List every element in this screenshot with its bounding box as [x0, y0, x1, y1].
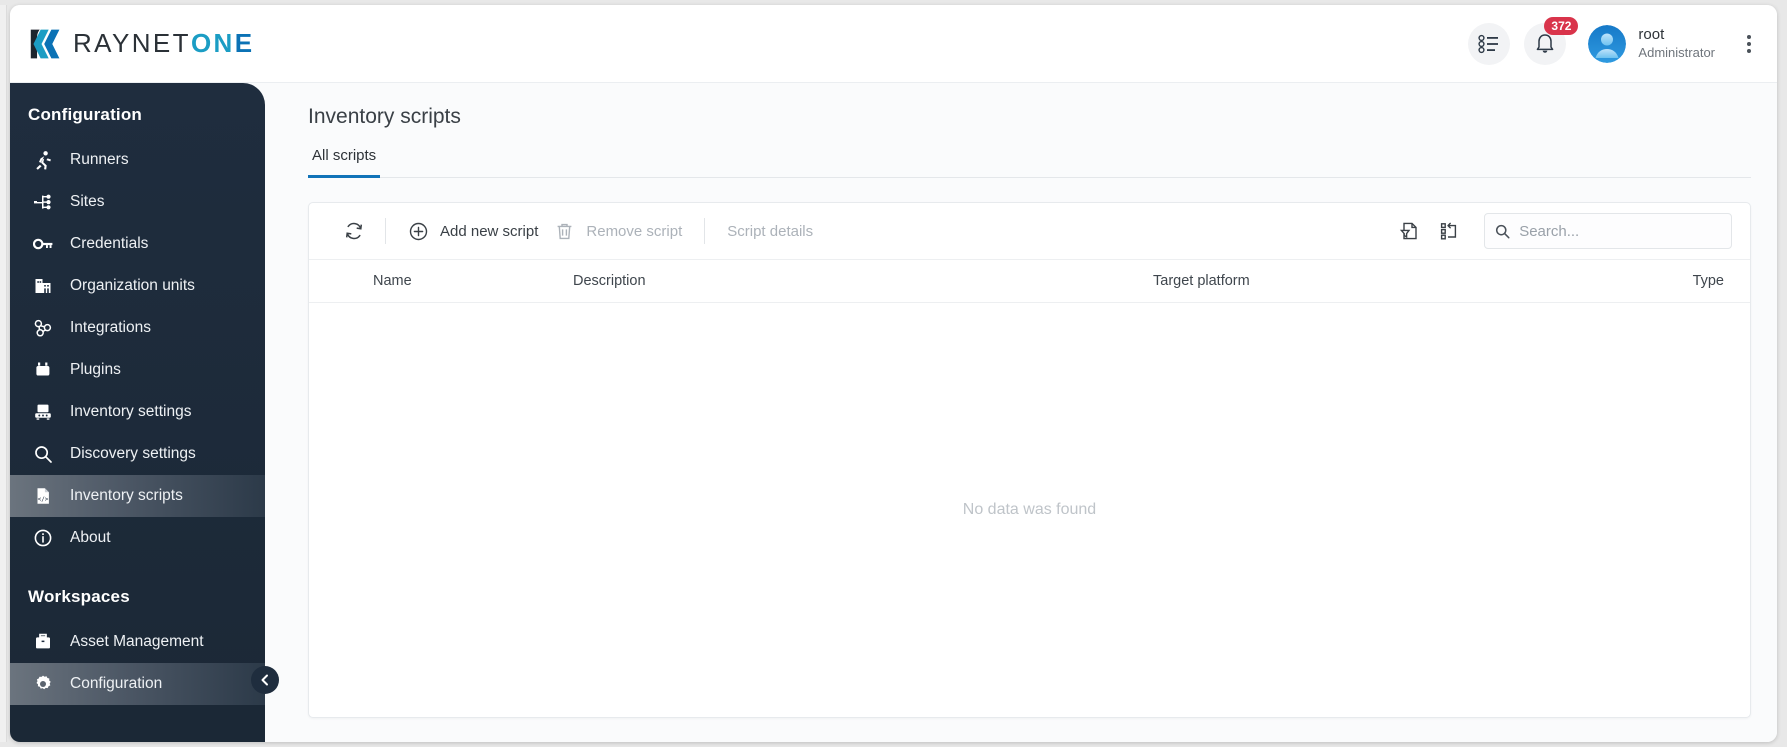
main-content: Inventory scripts All scripts Add new sc…	[265, 83, 1777, 742]
script-file-icon: </>	[32, 485, 54, 507]
overflow-menu-button[interactable]	[1741, 29, 1757, 59]
empty-state-message: No data was found	[962, 501, 1097, 518]
sidebar-item-organization-units[interactable]: Organization units	[10, 265, 265, 307]
trash-icon	[554, 221, 575, 242]
refresh-button[interactable]	[337, 214, 371, 248]
column-header-description[interactable]: Description	[573, 273, 1153, 289]
sidebar-item-label: Runners	[70, 151, 129, 168]
sidebar-item-label: Sites	[70, 193, 105, 210]
table-header-row: Name Description Target platform Type	[309, 259, 1750, 303]
sidebar-item-credentials[interactable]: Credentials	[10, 223, 265, 265]
sidebar-item-label: Credentials	[70, 235, 149, 252]
search-input[interactable]	[1519, 222, 1721, 240]
page-title: Inventory scripts	[308, 105, 461, 128]
scripts-panel: Add new script Remove script Script deta…	[308, 202, 1751, 718]
plug-briefcase-icon	[32, 359, 54, 381]
search-icon	[1495, 224, 1510, 238]
tasks-button[interactable]	[1468, 22, 1511, 65]
export-file-icon	[1399, 222, 1417, 240]
notifications-button[interactable]: 372	[1524, 16, 1579, 65]
sidebar-item-configuration[interactable]: Configuration	[10, 663, 265, 705]
application-window: RAYNETONE 372 root Administrator Configu…	[10, 5, 1777, 742]
sidebar-item-label: Organization units	[70, 277, 195, 294]
add-new-script-button[interactable]: Add new script	[400, 213, 546, 249]
list-checklist-icon	[1478, 34, 1499, 53]
sidebar-group-title-configuration: Configuration	[28, 105, 143, 124]
brand-wordmark: RAYNETONE	[73, 28, 255, 59]
svg-text:</>: </>	[38, 496, 49, 503]
toolbar: Add new script Remove script Script deta…	[309, 203, 1750, 259]
refresh-icon	[345, 222, 363, 240]
user-name: root	[1638, 26, 1665, 43]
sidebar-collapse-button[interactable]	[251, 666, 279, 694]
brand-logo[interactable]: RAYNETONE	[28, 27, 255, 61]
user-avatar-icon	[1588, 24, 1627, 63]
kebab-dot	[1747, 34, 1751, 39]
column-header-type[interactable]: Type	[1693, 273, 1724, 289]
sidebar-item-sites[interactable]: Sites	[10, 181, 265, 223]
top-bar: RAYNETONE 372 root Administrator	[10, 5, 1777, 83]
user-info[interactable]: root Administrator	[1638, 26, 1715, 61]
bell-icon	[1537, 33, 1554, 53]
top-bar-actions: 372 root Administrator	[1454, 16, 1763, 65]
export-button[interactable]	[1392, 214, 1426, 248]
sidebar-item-inventory-settings[interactable]: Inventory settings	[10, 391, 265, 433]
logo-text-e: E	[234, 28, 255, 58]
sidebar-group-title-workspaces: Workspaces	[28, 587, 130, 606]
kebab-dot	[1747, 48, 1751, 53]
kebab-dot	[1747, 41, 1751, 46]
sidebar-item-asset-management[interactable]: Asset Management	[10, 621, 265, 663]
script-details-button[interactable]: Script details	[719, 213, 821, 249]
sidebar-item-label: Inventory scripts	[70, 487, 183, 504]
search-box[interactable]	[1484, 213, 1732, 249]
remove-script-label: Remove script	[586, 222, 683, 240]
key-icon	[32, 233, 54, 255]
sidebar-item-label: Asset Management	[70, 633, 204, 650]
tab-all-scripts[interactable]: All scripts	[308, 147, 381, 178]
remove-script-button[interactable]: Remove script	[546, 213, 690, 249]
column-settings-button[interactable]	[1432, 214, 1466, 248]
gear-icon	[32, 673, 54, 695]
avatar[interactable]	[1588, 24, 1627, 63]
sidebar-item-label: Integrations	[70, 319, 151, 336]
script-details-label: Script details	[727, 222, 814, 240]
logo-text-on: ON	[190, 28, 235, 58]
sidebar-item-label: Discovery settings	[70, 445, 196, 462]
sidebar-item-integrations[interactable]: Integrations	[10, 307, 265, 349]
toolbar-divider	[385, 218, 386, 244]
column-header-name[interactable]: Name	[373, 273, 573, 289]
raynet-logo-icon	[30, 29, 60, 58]
magnifier-icon	[32, 443, 54, 465]
column-layout-icon	[1440, 222, 1457, 240]
sidebar: Configuration Runners Sites Credentials …	[10, 83, 279, 742]
tab-bar: All scripts	[308, 147, 1751, 178]
sidebar-item-label: Configuration	[70, 675, 163, 692]
sidebar-item-discovery-settings[interactable]: Discovery settings	[10, 433, 265, 475]
briefcase-icon	[32, 631, 54, 653]
sidebar-item-runners[interactable]: Runners	[10, 139, 265, 181]
sidebar-item-label: About	[70, 529, 111, 546]
building-icon	[32, 275, 54, 297]
window-scroll-edge[interactable]	[0, 5, 7, 742]
column-header-target-platform[interactable]: Target platform	[1153, 273, 1693, 289]
plus-circle-icon	[408, 221, 429, 242]
logo-text-raynet: RAYNET	[73, 28, 191, 58]
sidebar-item-label: Inventory settings	[70, 403, 192, 420]
user-role: Administrator	[1638, 44, 1715, 60]
runner-icon	[32, 149, 54, 171]
toolbar-right-group	[1386, 213, 1732, 249]
sidebar-item-plugins[interactable]: Plugins	[10, 349, 265, 391]
notification-count-badge: 372	[1544, 16, 1579, 35]
info-circle-icon	[32, 527, 54, 549]
sidebar-item-label: Plugins	[70, 361, 121, 378]
inventory-settings-icon	[32, 401, 54, 423]
sitemap-icon	[32, 191, 54, 213]
add-new-script-label: Add new script	[440, 222, 539, 240]
integrations-icon	[32, 317, 54, 339]
sidebar-item-inventory-scripts[interactable]: </> Inventory scripts	[10, 475, 265, 517]
sidebar-item-about[interactable]: About	[10, 517, 265, 559]
chevron-left-icon	[261, 674, 268, 686]
toolbar-divider	[704, 218, 706, 244]
